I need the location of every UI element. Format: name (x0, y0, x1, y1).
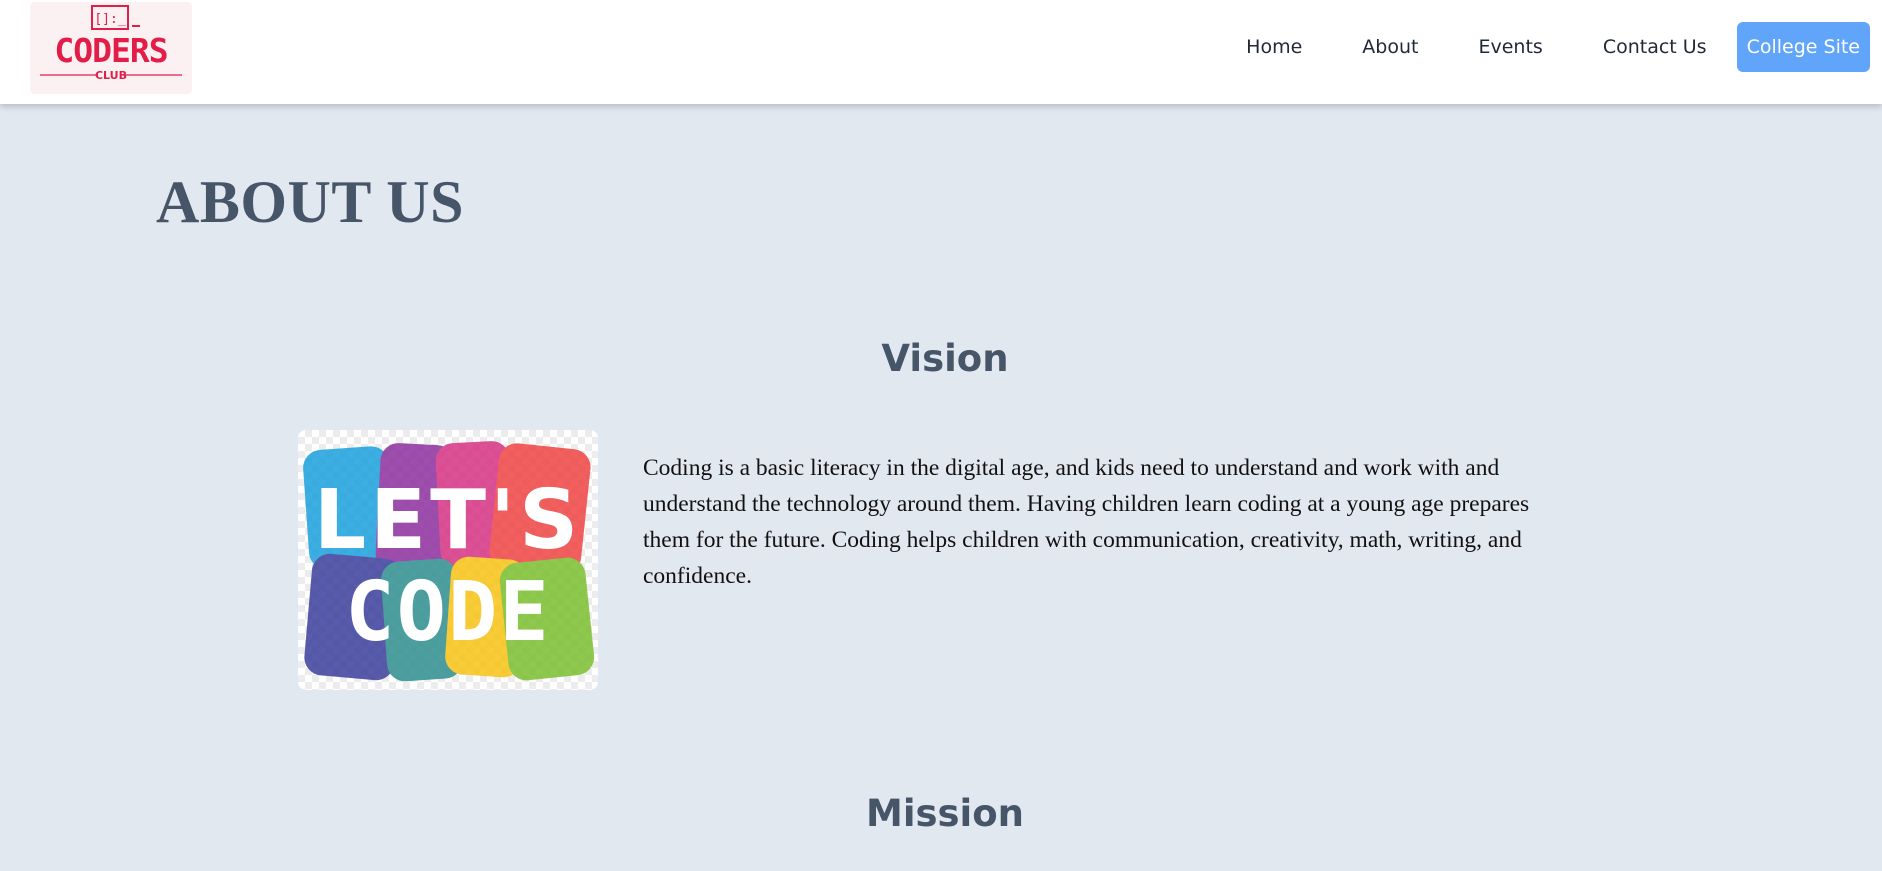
vision-heading: Vision (881, 337, 1009, 380)
code-text: CODE (345, 565, 550, 660)
lets-code-graphic: LET'S CODE (303, 441, 595, 682)
lets-text: LET'S (314, 473, 582, 568)
nav-link-about[interactable]: About (1362, 22, 1418, 72)
page-title: ABOUT US (156, 169, 464, 235)
nav-link-events[interactable]: Events (1478, 22, 1542, 72)
logo-graphic: []:_ CODERS CLUB (40, 5, 182, 82)
nav-link-home[interactable]: Home (1246, 22, 1302, 72)
college-site-button[interactable]: College Site (1736, 22, 1870, 72)
vision-text: Coding is a basic literacy in the digita… (643, 455, 1530, 589)
nav-links: Home About Events Contact Us College Sit… (1246, 22, 1870, 72)
logo-subtext: CLUB (95, 69, 127, 82)
top-navbar: []:_ CODERS CLUB Home About Events Conta… (0, 0, 1882, 104)
coders-club-logo[interactable]: []:_ CODERS CLUB (30, 2, 192, 94)
nav-link-contact[interactable]: Contact Us (1603, 22, 1707, 72)
logo-wordmark: CODERS (54, 31, 167, 70)
logo-glyph: []:_ (94, 12, 125, 27)
lets-code-image: LET'S CODE (298, 430, 598, 690)
mission-heading: Mission (866, 792, 1024, 835)
